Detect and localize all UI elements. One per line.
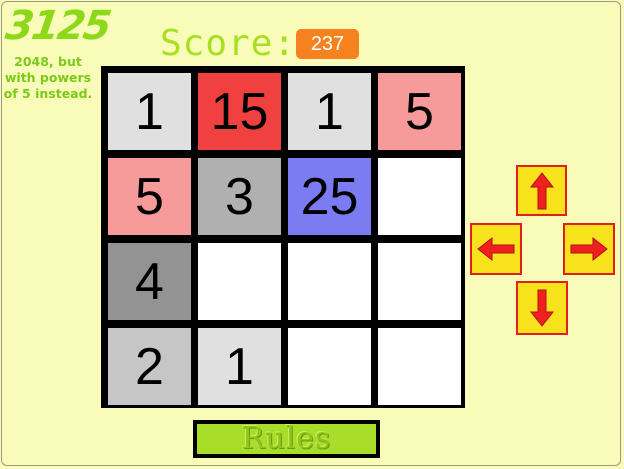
move-down-button[interactable]: [516, 281, 568, 335]
board-tile: 1: [198, 328, 281, 405]
arrow-right-icon: [570, 236, 608, 262]
rules-label: Rules: [197, 424, 376, 454]
game-subtitle: 2048, but with powers of 5 instead.: [3, 54, 93, 101]
board-tile: 25: [288, 158, 371, 235]
board-tile: 3: [198, 158, 281, 235]
board-tile: [288, 243, 371, 320]
board-tile: [378, 243, 461, 320]
move-up-button[interactable]: [516, 165, 567, 216]
board-tile: [378, 328, 461, 405]
arrow-down-icon: [529, 289, 555, 327]
arrow-up-icon: [529, 171, 554, 209]
board-tile: [198, 243, 281, 320]
game-board: 1 15 1 5 5 3 25 4 2 1: [101, 66, 465, 408]
move-right-button[interactable]: [563, 223, 615, 275]
score-value: 237: [296, 29, 359, 59]
game-logo: 3125: [2, 3, 113, 49]
board-tile: 5: [108, 158, 191, 235]
board-tile: 15: [198, 73, 281, 150]
score-label: Score:: [160, 23, 297, 64]
move-left-button[interactable]: [470, 223, 522, 275]
board-tile: 2: [108, 328, 191, 405]
board-tile: [378, 158, 461, 235]
board-tile: 1: [288, 73, 371, 150]
board-tile: 4: [108, 243, 191, 320]
board-tile: 1: [108, 73, 191, 150]
rules-button[interactable]: Rules: [193, 420, 380, 458]
board-tile: [288, 328, 371, 405]
board-tile: 5: [378, 73, 461, 150]
arrow-left-icon: [477, 236, 515, 262]
